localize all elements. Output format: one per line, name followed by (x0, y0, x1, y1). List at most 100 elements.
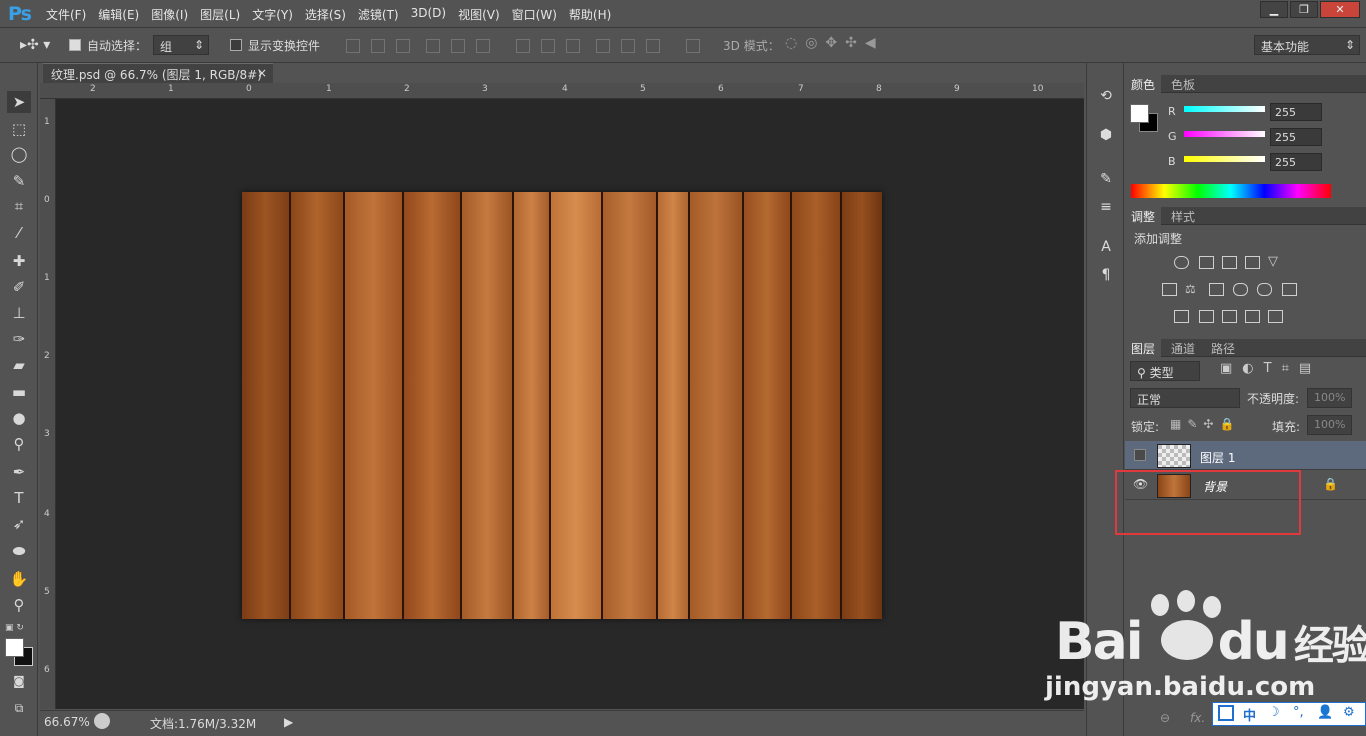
tab-swatches[interactable]: 色板 (1165, 75, 1201, 93)
ime-chinese-mode[interactable]: 中 (1243, 705, 1256, 724)
brightness-icon[interactable] (1174, 256, 1189, 269)
tab-channels[interactable]: 通道 (1165, 339, 1201, 357)
blue-value[interactable]: 255 (1270, 153, 1322, 171)
distribute-hcenter-icon[interactable] (621, 39, 635, 53)
hand-tool-icon[interactable]: ✋ (7, 568, 31, 590)
tab-color[interactable]: 颜色 (1125, 75, 1162, 93)
black-white-icon[interactable] (1209, 283, 1224, 296)
foreground-color-swatch[interactable] (5, 638, 24, 657)
lock-icons[interactable]: ▦✎✣🔒 (1170, 417, 1240, 431)
move-tool-icon[interactable]: ➤ (7, 91, 31, 113)
quick-select-tool-icon[interactable]: ✎ (7, 170, 31, 192)
align-bottom-icon[interactable] (396, 39, 410, 53)
user-icon[interactable]: 👤 (1317, 705, 1333, 720)
distribute-bottom-icon[interactable] (566, 39, 580, 53)
distribute-top-icon[interactable] (516, 39, 530, 53)
settings-icon[interactable]: ⚙ (1343, 705, 1355, 720)
paragraph-panel-icon[interactable]: ¶ (1097, 267, 1115, 285)
foreground-color-chip[interactable] (1130, 104, 1149, 123)
curves-icon[interactable] (1222, 256, 1237, 269)
status-menu-arrow-icon[interactable]: ▶ (284, 715, 293, 729)
transform-controls-checkbox[interactable] (230, 39, 242, 51)
document-tab[interactable]: 纹理.psd @ 66.7% (图层 1, RGB/8#) * × (43, 63, 273, 97)
photo-filter-icon[interactable] (1233, 283, 1248, 296)
brush-presets-icon[interactable]: ≡ (1097, 199, 1115, 217)
align-hcenter-icon[interactable] (451, 39, 465, 53)
distribute-left-icon[interactable] (596, 39, 610, 53)
layer-filter-dropdown[interactable]: ⚲ 类型 (1130, 361, 1200, 381)
align-right-icon[interactable] (476, 39, 490, 53)
quick-mask-icon[interactable]: ◙ (7, 670, 31, 692)
stamp-tool-icon[interactable]: ⊥ (7, 302, 31, 324)
menu-type[interactable]: 文字(Y) (252, 6, 293, 23)
marquee-tool-icon[interactable]: ⬚ (7, 118, 31, 140)
punctuation-icon[interactable]: °, (1293, 705, 1304, 720)
lasso-tool-icon[interactable]: ◯ (7, 143, 31, 165)
menu-edit[interactable]: 编辑(E) (98, 6, 139, 23)
threshold-icon[interactable] (1222, 310, 1237, 323)
moon-icon[interactable]: ☽ (1268, 705, 1280, 720)
invert-icon[interactable] (1174, 310, 1189, 323)
crop-tool-icon[interactable]: ⌗ (7, 195, 31, 217)
history-panel-icon[interactable]: ⟲ (1097, 88, 1115, 106)
selective-color-icon[interactable] (1245, 310, 1260, 323)
green-value[interactable]: 255 (1270, 128, 1322, 146)
red-value[interactable]: 255 (1270, 103, 1322, 121)
zoom-tool-icon[interactable]: ⚲ (7, 594, 31, 616)
auto-select-dropdown[interactable]: 组 ⇕ (153, 35, 209, 55)
channel-mixer-icon[interactable] (1257, 283, 1272, 296)
history-brush-tool-icon[interactable]: ✑ (7, 328, 31, 350)
dodge-tool-icon[interactable]: ⚲ (7, 433, 31, 455)
restore-button[interactable]: ❐ (1290, 1, 1318, 18)
menu-file[interactable]: 文件(F) (46, 6, 86, 23)
align-left-icon[interactable] (426, 39, 440, 53)
posterize-icon[interactable] (1199, 310, 1214, 323)
screen-mode-icon[interactable]: ⧉ (7, 697, 31, 719)
menu-view[interactable]: 视图(V) (458, 6, 500, 23)
levels-icon[interactable] (1199, 256, 1214, 269)
layer-row-layer1[interactable]: 图层 1 (1125, 441, 1366, 470)
fill-input[interactable]: 100% (1307, 415, 1352, 435)
blur-tool-icon[interactable]: ● (7, 407, 31, 429)
status-globe-icon[interactable] (94, 713, 110, 729)
minimize-button[interactable]: ▁ (1260, 1, 1288, 18)
blue-slider[interactable] (1184, 156, 1265, 162)
fx-icon[interactable]: fx. (1190, 711, 1205, 725)
layer-name[interactable]: 图层 1 (1200, 449, 1235, 466)
distribute-vcenter-icon[interactable] (541, 39, 555, 53)
canvas-area[interactable] (56, 99, 1084, 709)
healing-brush-tool-icon[interactable]: ✚ (7, 250, 31, 272)
green-slider[interactable] (1184, 131, 1265, 137)
pen-tool-icon[interactable]: ✒ (7, 461, 31, 483)
move-tool-icon[interactable]: ▸✣ ▾ (20, 37, 50, 53)
auto-select-checkbox[interactable] (69, 39, 81, 51)
hue-saturation-icon[interactable] (1162, 283, 1177, 296)
exposure-icon[interactable] (1245, 256, 1260, 269)
eraser-tool-icon[interactable]: ▰ (7, 354, 31, 376)
tab-adjustments[interactable]: 调整 (1125, 207, 1162, 225)
align-top-icon[interactable] (346, 39, 360, 53)
close-window-button[interactable]: ✕ (1320, 1, 1360, 18)
color-balance-icon[interactable]: ⚖ (1185, 283, 1200, 296)
tab-styles[interactable]: 样式 (1165, 207, 1201, 225)
3d-panel-icon[interactable]: ⬢ (1097, 127, 1115, 145)
ellipse-tool-icon[interactable]: ⬬ (7, 540, 31, 562)
vibrance-icon[interactable]: ▽ (1268, 255, 1283, 269)
menu-3d[interactable]: 3D(D) (411, 6, 446, 23)
menu-image[interactable]: 图像(I) (151, 6, 188, 23)
workspace-dropdown[interactable]: 基本功能 ⇕ (1254, 35, 1360, 55)
tab-layers[interactable]: 图层 (1125, 339, 1162, 357)
link-layers-icon[interactable]: ⊖ (1160, 711, 1170, 725)
path-select-tool-icon[interactable]: ➶ (7, 513, 31, 535)
close-tab-icon[interactable]: × (257, 66, 267, 80)
visibility-toggle[interactable] (1134, 449, 1146, 461)
color-lookup-icon[interactable] (1282, 283, 1297, 296)
character-panel-icon[interactable]: A (1097, 239, 1115, 257)
distribute-right-icon[interactable] (646, 39, 660, 53)
menu-filter[interactable]: 滤镜(T) (358, 6, 399, 23)
layer-filter-icons[interactable]: ▣◐T⌗▤ (1220, 361, 1321, 376)
tab-paths[interactable]: 路径 (1205, 339, 1241, 357)
brush-tool-icon[interactable]: ✐ (7, 276, 31, 298)
align-vcenter-icon[interactable] (371, 39, 385, 53)
brush-panel-icon[interactable]: ✎ (1097, 171, 1115, 189)
